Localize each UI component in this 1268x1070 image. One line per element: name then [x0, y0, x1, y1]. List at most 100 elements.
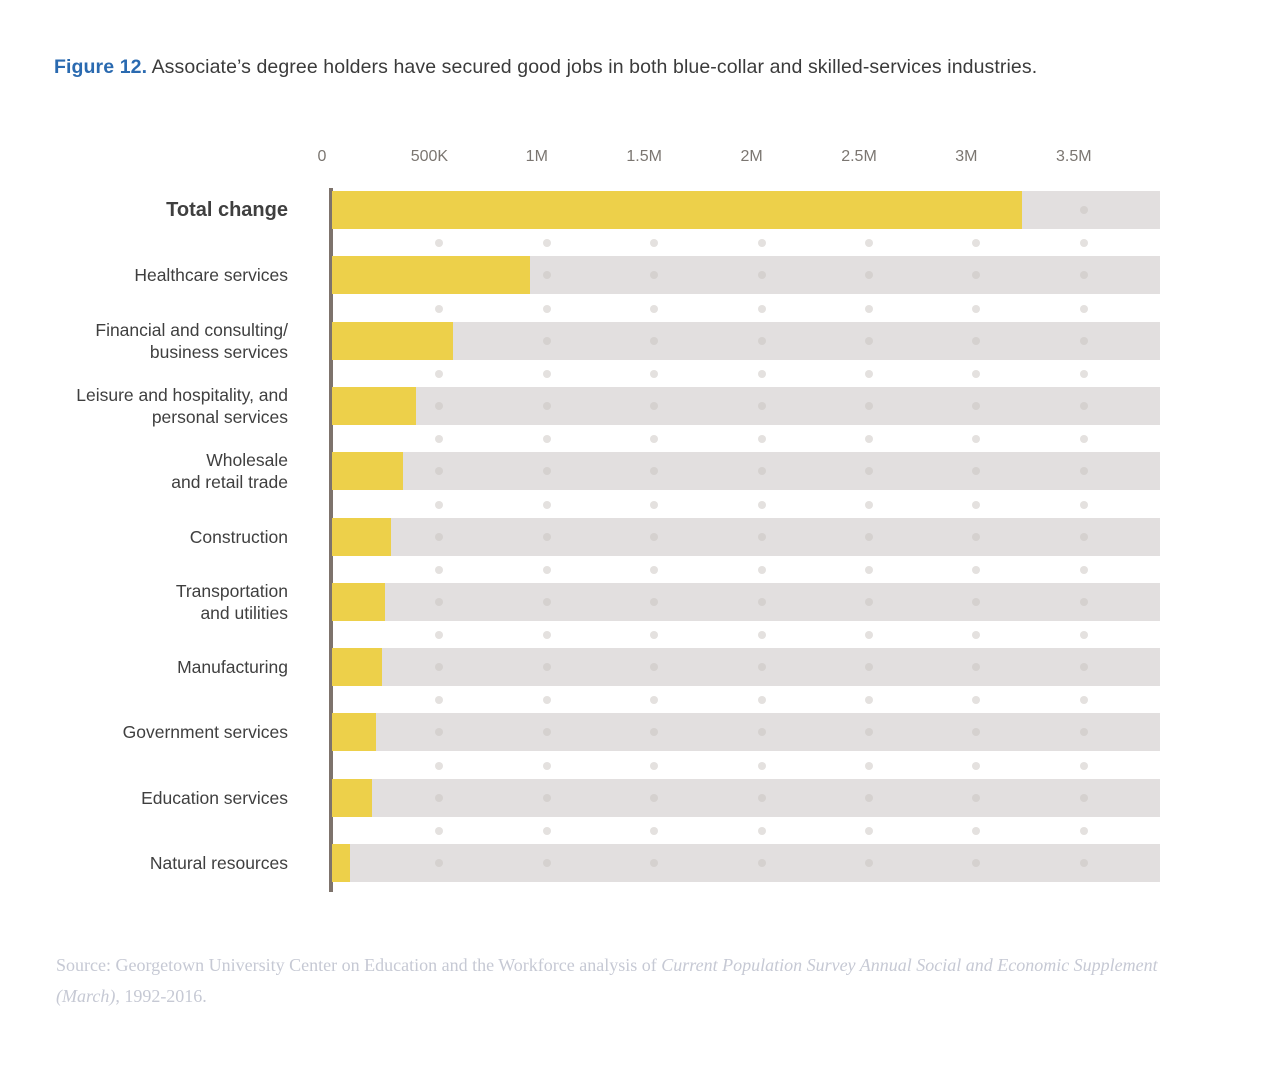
category-label: Financial and consulting/ business servi…	[95, 319, 288, 362]
grid-dot	[865, 435, 873, 444]
x-tick-label: 1M	[525, 148, 548, 165]
category-label: Manufacturing	[177, 657, 288, 678]
category-label: Government services	[122, 722, 288, 743]
bar-track	[332, 844, 1160, 882]
grid-dot	[542, 500, 551, 509]
bar-healthcare-services[interactable]	[332, 256, 530, 295]
grid-dot	[650, 565, 659, 574]
grid-dot	[542, 369, 551, 378]
grid-dot	[972, 500, 981, 509]
bar-financial-and-consulting-business-services[interactable]	[332, 321, 454, 360]
grid-dot	[542, 631, 551, 640]
grid-dot	[1079, 827, 1088, 835]
gridline-dots	[332, 492, 1160, 518]
bar-row	[332, 582, 1160, 621]
source-suffix: , 1992-2016.	[115, 986, 207, 1006]
bar-row	[332, 713, 1160, 752]
bar-wholesale-and-retail-trade[interactable]	[332, 452, 403, 491]
category-label: Wholesale and retail trade	[171, 450, 288, 493]
grid-dot	[1079, 239, 1088, 248]
grid-dot	[972, 631, 981, 640]
gridline-dots	[332, 426, 1160, 452]
bar-track	[332, 582, 1160, 621]
x-tick-label: 3.5M	[1056, 148, 1092, 165]
grid-dot	[435, 435, 444, 444]
category-label: Total change	[166, 199, 288, 221]
grid-dot	[435, 631, 444, 640]
grid-dot	[972, 565, 981, 574]
bar-construction[interactable]	[332, 517, 392, 556]
grid-dot	[435, 304, 444, 313]
grid-dot	[757, 761, 766, 770]
grid-dot	[542, 304, 551, 313]
x-tick-label: 500K	[410, 148, 449, 165]
grid-dot	[435, 696, 444, 705]
grid-dot	[757, 239, 766, 248]
x-tick-label: 2M	[740, 148, 763, 165]
bar-row	[332, 386, 1160, 425]
grid-dot	[757, 369, 766, 378]
bar-track	[332, 452, 1160, 491]
grid-dot	[972, 696, 981, 705]
bar-manufacturing[interactable]	[332, 648, 383, 687]
gridline-dots	[332, 622, 1160, 648]
bar-track	[332, 778, 1160, 817]
x-tick-label: 1.5M	[626, 148, 662, 165]
grid-dot	[865, 304, 873, 313]
grid-dot	[1079, 696, 1088, 705]
grid-dot	[757, 827, 766, 835]
category-label: Transportation and utilities	[175, 580, 288, 623]
grid-dot	[865, 239, 873, 248]
grid-dot	[542, 239, 551, 248]
grid-dot	[435, 239, 444, 248]
grid-dot	[1079, 500, 1088, 509]
bar-leisure-and-hospitality-and-personal-services[interactable]	[332, 386, 416, 425]
gridline-dots	[332, 361, 1160, 387]
grid-dot	[435, 369, 444, 378]
bar-natural-resources[interactable]	[332, 844, 351, 882]
grid-dot	[650, 631, 659, 640]
grid-dot	[972, 435, 981, 444]
bar-track	[332, 517, 1160, 556]
grid-dot	[650, 239, 659, 248]
grid-dot	[650, 761, 659, 770]
bar-row	[332, 648, 1160, 687]
grid-dot	[972, 304, 981, 313]
category-label: Leisure and hospitality, and personal se…	[76, 384, 288, 427]
gridline-dots	[332, 687, 1160, 713]
grid-dot	[542, 565, 551, 574]
grid-dot	[757, 696, 766, 705]
bar-row	[332, 256, 1160, 295]
grid-dot	[865, 565, 873, 574]
grid-dot	[435, 827, 444, 835]
bar-chart: 0 500K 1M 1.5M 2M 2.5M 3M 3.5M Total change Heal…	[0, 0, 1268, 1070]
source-note: Source: Georgetown University Center on …	[56, 950, 1166, 1012]
grid-dot	[757, 565, 766, 574]
grid-dot	[650, 304, 659, 313]
grid-dot	[542, 827, 551, 835]
grid-dot	[650, 696, 659, 705]
grid-dot	[1079, 435, 1088, 444]
grid-dot	[757, 500, 766, 509]
grid-dot	[865, 500, 873, 509]
grid-dot	[972, 369, 981, 378]
category-label: Education services	[141, 787, 288, 808]
grid-dot	[542, 761, 551, 770]
grid-dot	[865, 631, 873, 640]
bar-transportation-and-utilities[interactable]	[332, 582, 386, 621]
bar-total-change[interactable]	[332, 191, 1022, 229]
bar-track	[332, 386, 1160, 425]
grid-dot	[1079, 304, 1088, 313]
grid-dot	[865, 696, 873, 705]
bar-row	[332, 517, 1160, 556]
x-tick-label: 2.5M	[841, 148, 877, 165]
bar-education-services[interactable]	[332, 778, 373, 817]
grid-dot	[1079, 369, 1088, 378]
grid-dot	[972, 761, 981, 770]
grid-dot	[650, 369, 659, 378]
grid-dot	[865, 761, 873, 770]
grid-dot	[1079, 761, 1088, 770]
bar-track	[332, 321, 1160, 360]
category-label: Natural resources	[149, 853, 288, 873]
bar-government-services[interactable]	[332, 713, 377, 752]
